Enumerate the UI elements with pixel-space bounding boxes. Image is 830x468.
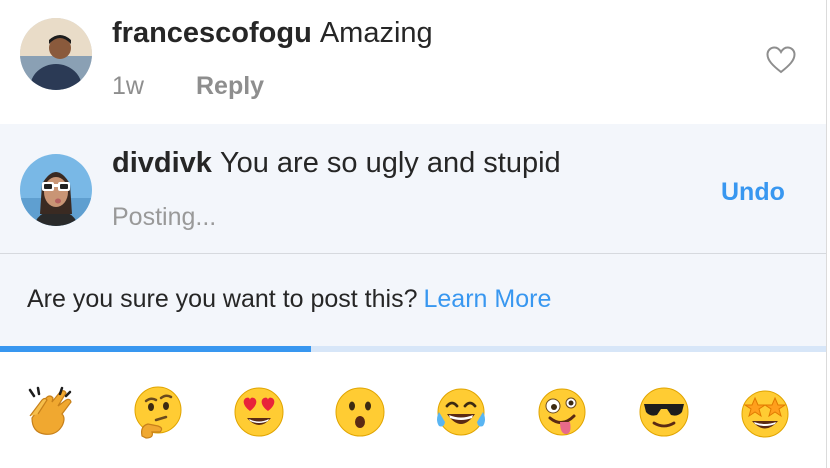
pending-comment-row [0,124,826,254]
comment-username[interactable]: divdivk [112,147,212,179]
undo-button[interactable]: Undo [721,178,785,207]
comment-timestamp: 1w [112,72,144,100]
surprised-face-icon[interactable] [332,384,388,440]
comment-text-line: divdivk You are so ugly and stupid [112,146,561,180]
sunglasses-face-icon[interactable] [636,384,692,440]
comment-text-line: francescofogu Amazing [112,16,433,50]
thinking-face-icon[interactable] [130,384,186,440]
warning-text: Are you sure you want to post this? [27,285,418,313]
posting-status: Posting... [112,203,217,231]
warning-line: Are you sure you want to post this? Learn… [27,285,551,314]
reply-button[interactable]: Reply [196,72,264,101]
emoji-quick-bar [0,352,826,468]
comment-username[interactable]: francescofogu [112,17,312,49]
comment-body: Amazing [319,17,433,49]
heart-icon[interactable] [766,46,796,74]
comments-screen: francescofogu Amazing 1w Reply divdivk You… [0,0,830,468]
star-struck-icon[interactable] [737,384,793,440]
avatar[interactable] [20,154,92,226]
comment-body: You are so ugly and stupid [219,147,561,179]
scroll-edge [826,0,827,468]
avatar[interactable] [20,18,92,90]
clapping-hands-icon[interactable] [22,384,78,440]
heart-eyes-icon[interactable] [231,384,287,440]
learn-more-link[interactable]: Learn More [424,285,552,313]
zany-face-icon[interactable] [534,384,590,440]
tears-of-joy-icon[interactable] [433,384,489,440]
